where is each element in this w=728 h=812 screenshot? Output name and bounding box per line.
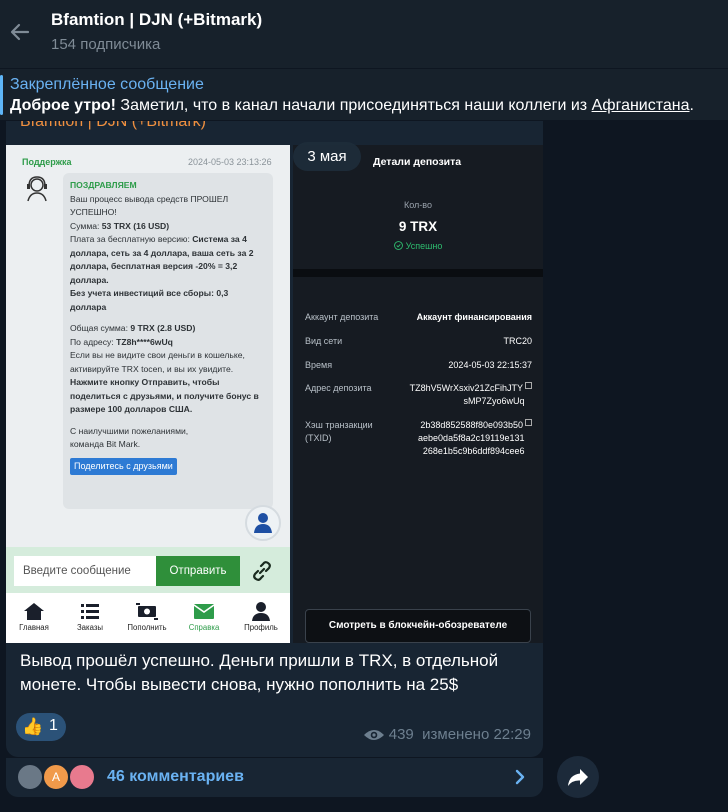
headset-icon <box>27 176 47 202</box>
pinned-label: Закреплённое сообщение <box>10 76 204 93</box>
back-arrow-icon[interactable] <box>8 18 32 46</box>
row-value: Аккаунт финансирования <box>416 312 532 322</box>
share-arrow-icon <box>568 769 588 786</box>
reaction-like[interactable]: 👍 1 <box>16 713 66 741</box>
support-message: ПОЗДРАВЛЯЕМ Ваш процесс вывода средств П… <box>63 173 273 509</box>
check-circle-icon <box>393 241 403 250</box>
deposit-details-screenshot[interactable]: Детали депозита Кол-во 9 TRX Успешно Акк… <box>293 145 543 643</box>
quantity-label: Кол-во <box>404 200 432 210</box>
support-date: 2024-05-03 23:13:26 <box>188 157 272 167</box>
pinned-indicator <box>0 75 3 115</box>
row-label: Аккаунт депозита <box>305 312 379 322</box>
row-label: Хэш транзакции (TXID) <box>305 420 373 443</box>
deposit-title: Детали депозита <box>373 156 462 168</box>
message-input[interactable]: Введите сообщение <box>14 556 156 586</box>
chat-header: Bfamtion | DJN (+Bitmark) 154 подписчика <box>0 0 728 68</box>
profile-icon <box>252 602 270 621</box>
comments-bar[interactable]: A 46 комментариев <box>6 757 543 797</box>
post-caption: Вывод прошёл успешно. Деньги пришли в TR… <box>20 651 499 694</box>
message-composer: Введите сообщение Отправить <box>6 547 290 593</box>
commenter-avatar: A <box>42 763 70 791</box>
forwarded-title: Bfamtion | DJN (+Bitmark) <box>20 121 206 130</box>
support-name: Поддержка <box>22 157 72 167</box>
section-divider <box>293 269 543 277</box>
quantity-value: 9 TRX <box>398 219 438 234</box>
row-label: Время <box>305 360 333 370</box>
user-icon <box>254 513 272 533</box>
row-value: TRC20 <box>503 336 532 346</box>
nav-profile[interactable]: Профиль <box>233 601 289 632</box>
send-button[interactable]: Отправить <box>156 556 240 586</box>
copy-icon[interactable] <box>525 382 532 389</box>
list-icon <box>81 604 99 619</box>
mail-icon <box>193 604 215 619</box>
nav-orders[interactable]: Заказы <box>62 601 118 632</box>
views-count: 439 <box>388 726 414 743</box>
date-pill: 3 мая <box>293 142 361 171</box>
row-label: Адрес депозита <box>305 383 372 393</box>
post-meta: 439 изменено 22:29 <box>363 726 531 743</box>
nav-home[interactable]: Главная <box>6 601 62 632</box>
subscriber-count: 154 подписчика <box>51 36 161 53</box>
transaction-hash[interactable]: 2b38d852588f80e093b50 aebe0da5f8a2c19119… <box>418 419 532 458</box>
commenter-avatar <box>16 763 44 791</box>
copy-icon[interactable] <box>525 419 532 426</box>
pinned-text: Доброе утро! Заметил, что в канал начали… <box>10 97 694 114</box>
forward-button[interactable] <box>557 756 599 798</box>
chevron-right-icon <box>515 769 525 785</box>
money-transfer-icon <box>136 603 158 620</box>
row-value: 2024-05-03 22:15:37 <box>448 360 532 370</box>
user-avatar-button[interactable] <box>245 505 281 541</box>
reaction-count: 1 <box>49 717 58 734</box>
channel-title[interactable]: Bfamtion | DJN (+Bitmark) <box>51 10 262 30</box>
link-icon[interactable] <box>250 559 274 583</box>
thumbs-up-icon: 👍 <box>22 717 44 736</box>
commenter-avatar <box>68 763 96 791</box>
pinned-link[interactable]: Афганистана <box>592 97 690 114</box>
app-bottom-nav: Главная Заказы Пополнить Справка Профиль <box>6 593 290 643</box>
support-chat-screenshot[interactable]: Поддержка 2024-05-03 23:13:26 ПОЗДРАВЛЯЕ… <box>6 145 290 643</box>
edited-time: изменено 22:29 <box>422 726 531 743</box>
pinned-message[interactable]: Закреплённое сообщение Доброе утро! Заме… <box>0 68 728 120</box>
home-icon <box>24 603 44 620</box>
row-label: Вид сети <box>305 336 343 346</box>
blockchain-explorer-button[interactable]: Смотреть в блокчейн-обозревателе <box>305 609 531 643</box>
status-success: Успешно <box>293 241 543 251</box>
nav-topup[interactable]: Пополнить <box>119 601 175 632</box>
channel-post: Bfamtion | DJN (+Bitmark) Поддержка 2024… <box>6 121 543 757</box>
eye-icon <box>363 730 384 741</box>
comments-count: 46 комментариев <box>107 768 244 785</box>
share-with-friends-button[interactable]: Поделитесь с друзьями <box>70 457 177 475</box>
nav-help[interactable]: Справка <box>176 601 232 632</box>
deposit-address[interactable]: TZ8hV5WrXsxiv21ZcFihJTY sMP7Zyo6wUq <box>410 382 532 408</box>
